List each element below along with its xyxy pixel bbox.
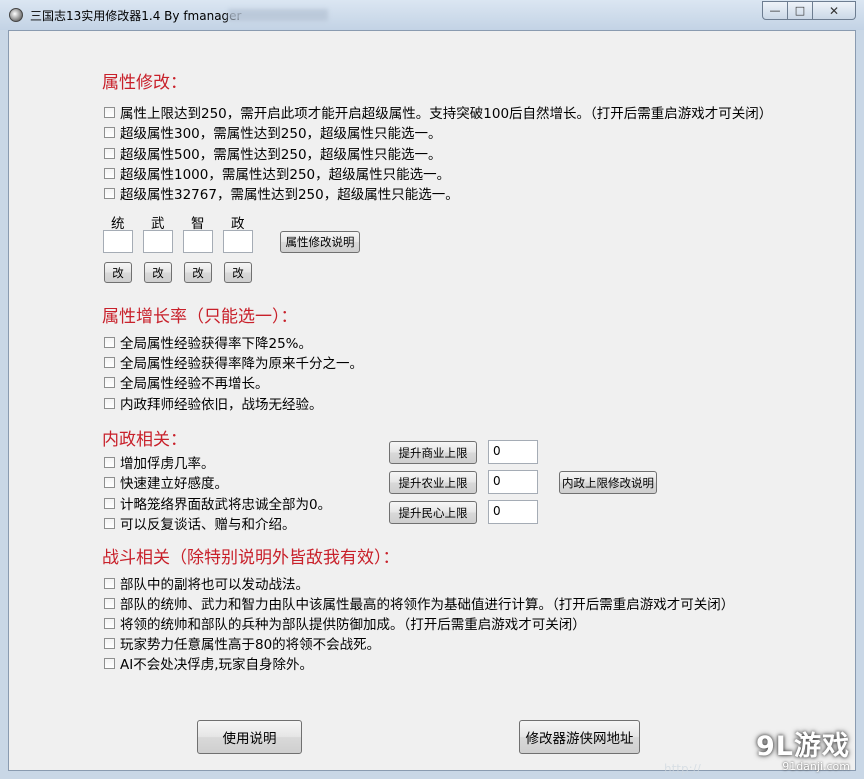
growth-option-4[interactable]: 内政拜师经验依旧，战场无经验。 xyxy=(104,394,323,413)
battle-option-label: 玩家势力任意属性高于80的将领不会战死。 xyxy=(120,637,381,653)
minimize-icon: — xyxy=(769,4,781,17)
domestic-option-1[interactable]: 增加俘虏几率。 xyxy=(104,453,215,472)
minimize-button[interactable]: — xyxy=(762,1,788,20)
window-title: 三国志13实用修改器1.4 By fmanager xyxy=(30,9,242,23)
attr-option-label: 属性上限达到250，需开启此项才能开启超级属性。支持突破100后自然增长。（打开… xyxy=(120,106,773,122)
watermark-logo-text: 9L游戏 xyxy=(756,731,850,762)
checkbox[interactable] xyxy=(104,126,115,138)
change-intelligence-button[interactable]: 改 xyxy=(184,262,212,283)
battle-option-5[interactable]: AI不会处决俘虏,玩家自身除外。 xyxy=(104,654,314,673)
close-icon: ✕ xyxy=(828,3,840,18)
checkbox[interactable] xyxy=(104,376,115,388)
commerce-cap-input[interactable]: 0 xyxy=(488,440,538,464)
growth-section-title: 属性增长率（只能选一）： xyxy=(102,307,298,327)
battle-option-1[interactable]: 部队中的副将也可以发动战法。 xyxy=(104,574,309,593)
war-input[interactable] xyxy=(143,230,173,253)
battle-option-2[interactable]: 部队的统帅、武力和智力由队中该属性最高的将领作为基础值进行计算。（打开后需重启游… xyxy=(104,594,735,613)
raise-commerce-cap-button[interactable]: 提升商业上限 xyxy=(389,441,477,464)
domestic-option-label: 快速建立好感度。 xyxy=(120,476,228,492)
agriculture-cap-input[interactable]: 0 xyxy=(488,470,538,494)
maximize-icon: □ xyxy=(794,4,806,17)
domestic-option-2[interactable]: 快速建立好感度。 xyxy=(104,473,228,492)
close-button[interactable]: ✕ xyxy=(813,1,856,20)
change-politics-button[interactable]: 改 xyxy=(224,262,252,283)
stat-label-intelligence: 智 xyxy=(191,216,205,232)
growth-option-3[interactable]: 全局属性经验不再增长。 xyxy=(104,373,269,392)
watermark-url: http:// xyxy=(664,762,701,776)
growth-option-label: 内政拜师经验依旧，战场无经验。 xyxy=(120,397,323,413)
growth-option-label: 全局属性经验不再增长。 xyxy=(120,376,269,392)
growth-option-label: 全局属性经验获得率降为原来千分之一。 xyxy=(120,356,363,372)
stat-label-war: 武 xyxy=(151,216,165,232)
attr-option-1[interactable]: 属性上限达到250，需开启此项才能开启超级属性。支持突破100后自然增长。（打开… xyxy=(104,103,773,122)
domestic-help-button[interactable]: 内政上限修改说明 xyxy=(559,471,657,494)
domestic-option-label: 增加俘虏几率。 xyxy=(120,456,215,472)
checkbox[interactable] xyxy=(104,617,115,629)
stat-label-politics: 政 xyxy=(231,216,245,232)
attr-option-5[interactable]: 超级属性32767，需属性达到250，超级属性只能选一。 xyxy=(104,184,459,203)
checkbox[interactable] xyxy=(104,397,115,409)
domestic-option-4[interactable]: 可以反复谈话、赠与和介绍。 xyxy=(104,514,296,533)
checkbox[interactable] xyxy=(104,167,115,179)
attr-option-3[interactable]: 超级属性500，需属性达到250，超级属性只能选一。 xyxy=(104,144,442,163)
maximize-button[interactable]: □ xyxy=(788,1,813,20)
growth-option-1[interactable]: 全局属性经验获得率下降25%。 xyxy=(104,333,313,352)
battle-option-3[interactable]: 将领的统帅和部队的兵种为部队提供防御加成。（打开后需重启游戏才可关闭） xyxy=(104,614,586,633)
checkbox[interactable] xyxy=(104,456,115,468)
raise-agriculture-cap-button[interactable]: 提升农业上限 xyxy=(389,471,477,494)
trainer-site-button[interactable]: 修改器游侠网地址 xyxy=(519,720,640,754)
politics-input[interactable] xyxy=(223,230,253,253)
attr-section-title: 属性修改： xyxy=(102,73,187,93)
usage-instructions-button[interactable]: 使用说明 xyxy=(197,720,302,754)
checkbox[interactable] xyxy=(104,597,115,609)
battle-option-label: AI不会处决俘虏,玩家自身除外。 xyxy=(120,657,314,673)
app-icon xyxy=(9,8,23,22)
site-watermark: 9L游戏 91danji.com xyxy=(756,733,850,773)
attr-option-label: 超级属性500，需属性达到250，超级属性只能选一。 xyxy=(120,147,442,163)
attr-option-label: 超级属性300，需属性达到250，超级属性只能选一。 xyxy=(120,126,442,142)
battle-option-label: 部队中的副将也可以发动战法。 xyxy=(120,577,309,593)
attr-option-label: 超级属性32767，需属性达到250，超级属性只能选一。 xyxy=(120,187,459,203)
growth-option-2[interactable]: 全局属性经验获得率降为原来千分之一。 xyxy=(104,353,363,372)
battle-option-label: 将领的统帅和部队的兵种为部队提供防御加成。（打开后需重启游戏才可关闭） xyxy=(120,617,586,633)
change-leadership-button[interactable]: 改 xyxy=(104,262,132,283)
checkbox[interactable] xyxy=(104,336,115,348)
domestic-option-label: 可以反复谈话、赠与和介绍。 xyxy=(120,517,296,533)
checkbox[interactable] xyxy=(104,657,115,669)
attr-option-2[interactable]: 超级属性300，需属性达到250，超级属性只能选一。 xyxy=(104,123,442,142)
battle-option-label: 部队的统帅、武力和智力由队中该属性最高的将领作为基础值进行计算。（打开后需重启游… xyxy=(120,597,735,613)
domestic-section-title: 内政相关： xyxy=(102,430,187,450)
checkbox[interactable] xyxy=(104,356,115,368)
checkbox[interactable] xyxy=(104,106,115,118)
attr-option-4[interactable]: 超级属性1000，需属性达到250，超级属性只能选一。 xyxy=(104,164,451,183)
checkbox[interactable] xyxy=(104,497,115,509)
intelligence-input[interactable] xyxy=(183,230,213,253)
title-bar: 三国志13实用修改器1.4 By fmanager — □ ✕ xyxy=(0,0,864,30)
leadership-input[interactable] xyxy=(103,230,133,253)
checkbox[interactable] xyxy=(104,577,115,589)
blurred-title-region xyxy=(228,9,328,21)
window-controls: — □ ✕ xyxy=(762,1,856,20)
morale-cap-input[interactable]: 0 xyxy=(488,500,538,524)
stat-label-leadership: 统 xyxy=(111,216,125,232)
battle-option-4[interactable]: 玩家势力任意属性高于80的将领不会战死。 xyxy=(104,634,381,653)
growth-option-label: 全局属性经验获得率下降25%。 xyxy=(120,336,313,352)
checkbox[interactable] xyxy=(104,476,115,488)
domestic-option-label: 计略笼络界面敌武将忠诚全部为0。 xyxy=(120,497,332,513)
checkbox[interactable] xyxy=(104,147,115,159)
checkbox[interactable] xyxy=(104,517,115,529)
attr-option-label: 超级属性1000，需属性达到250，超级属性只能选一。 xyxy=(120,167,451,183)
checkbox[interactable] xyxy=(104,637,115,649)
checkbox[interactable] xyxy=(104,187,115,199)
change-war-button[interactable]: 改 xyxy=(144,262,172,283)
raise-morale-cap-button[interactable]: 提升民心上限 xyxy=(389,501,477,524)
attr-help-button[interactable]: 属性修改说明 xyxy=(280,231,360,253)
battle-section-title: 战斗相关（除特别说明外皆敌我有效）： xyxy=(102,548,400,568)
domestic-option-3[interactable]: 计略笼络界面敌武将忠诚全部为0。 xyxy=(104,494,332,513)
